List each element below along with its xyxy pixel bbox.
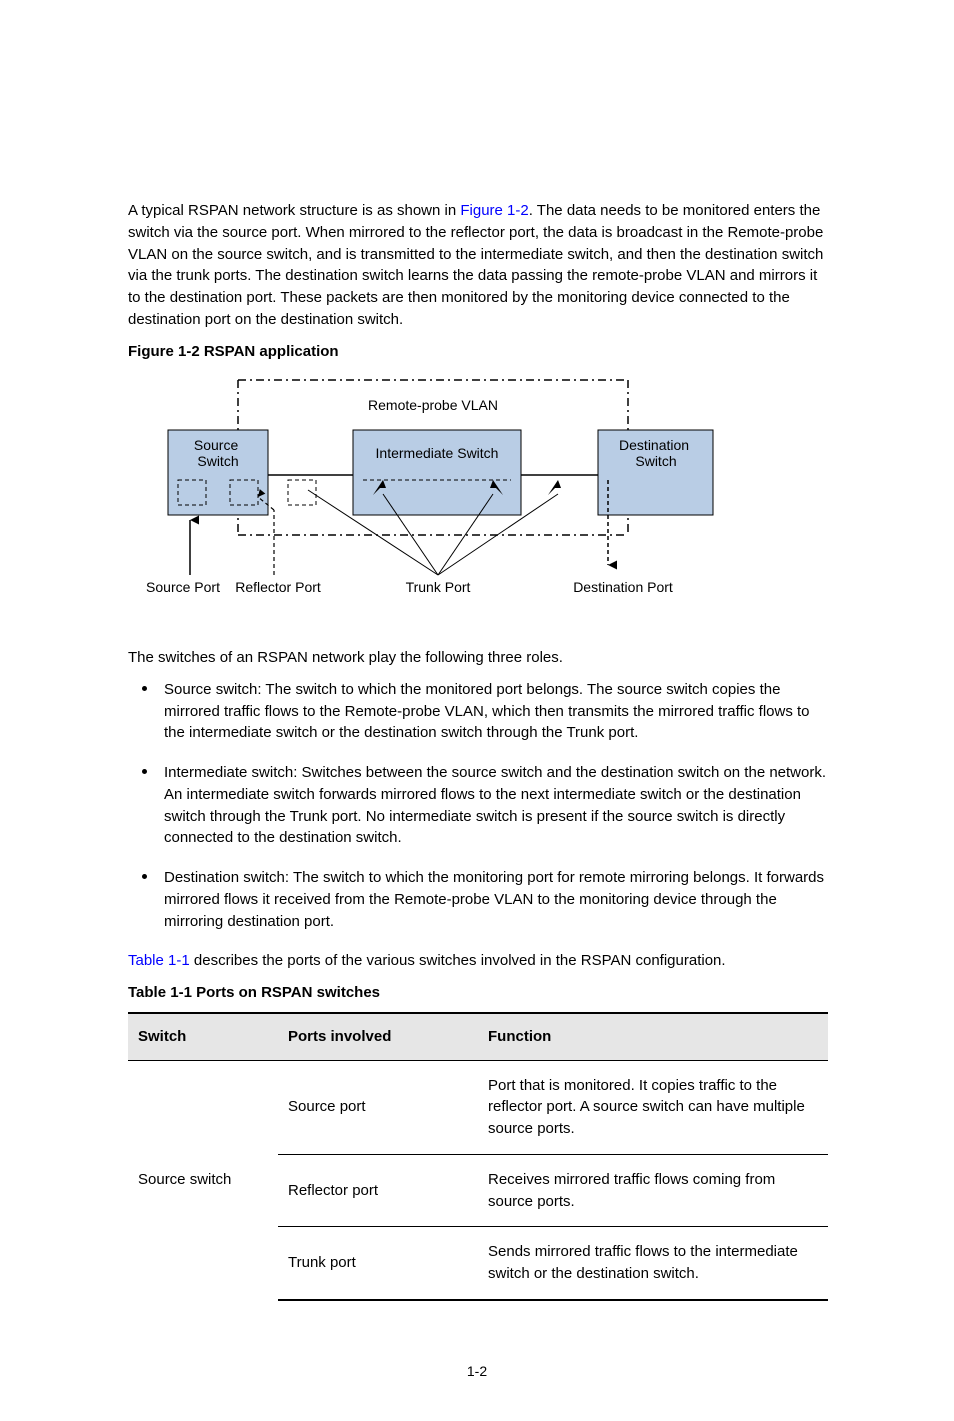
source-port-label: Source Port [146, 579, 220, 595]
figure-reference: Figure 1-2 [460, 202, 528, 219]
cell-port: Reflector port [278, 1154, 478, 1227]
trunk-port-label: Trunk Port [406, 579, 471, 595]
table-row: Source switch Source port Port that is m… [128, 1060, 828, 1154]
ports-table: Switch Ports involved Function Source sw… [128, 1012, 828, 1301]
destination-port-label: Destination Port [573, 579, 673, 595]
table-header-switch: Switch [128, 1013, 278, 1060]
role-item-intermediate: Intermediate switch: Switches between th… [128, 762, 826, 849]
figure-caption: Figure 1-2 RSPAN application [128, 341, 826, 363]
table-header-function: Function [478, 1013, 828, 1060]
intro-text-post: . The data needs to be monitored enters … [128, 202, 823, 328]
table-header-ports: Ports involved [278, 1013, 478, 1060]
roles-list: Source switch: The switch to which the m… [128, 679, 826, 933]
table-header-row: Switch Ports involved Function [128, 1013, 828, 1060]
source-switch-label: Source Switch [194, 437, 242, 469]
cell-port: Source port [278, 1060, 478, 1154]
rspan-diagram: Remote-probe VLAN Source Switch Intermed… [128, 370, 748, 617]
cell-function: Receives mirrored traffic flows coming f… [478, 1154, 828, 1227]
intermediate-switch-label: Intermediate Switch [376, 445, 499, 461]
roles-lead: The switches of an RSPAN network play th… [128, 647, 826, 669]
table-lead-post: describes the ports of the various switc… [190, 952, 726, 969]
remote-probe-vlan-label: Remote-probe VLAN [368, 397, 498, 413]
page-number: 1-2 [128, 1361, 826, 1381]
intro-paragraph: A typical RSPAN network structure is as … [128, 200, 826, 331]
table-caption: Table 1-1 Ports on RSPAN switches [128, 982, 826, 1004]
page: A typical RSPAN network structure is as … [0, 0, 954, 1421]
table-lead: Table 1-1 describes the ports of the var… [128, 950, 826, 972]
cell-function: Sends mirrored traffic flows to the inte… [478, 1227, 828, 1300]
cell-function: Port that is monitored. It copies traffi… [478, 1060, 828, 1154]
table-reference: Table 1-1 [128, 952, 190, 969]
role-item-source: Source switch: The switch to which the m… [128, 679, 826, 744]
reflector-port-label: Reflector Port [235, 579, 321, 595]
intro-text-pre: A typical RSPAN network structure is as … [128, 202, 460, 219]
cell-port: Trunk port [278, 1227, 478, 1300]
cell-switch: Source switch [128, 1060, 278, 1300]
role-item-destination: Destination switch: The switch to which … [128, 867, 826, 932]
